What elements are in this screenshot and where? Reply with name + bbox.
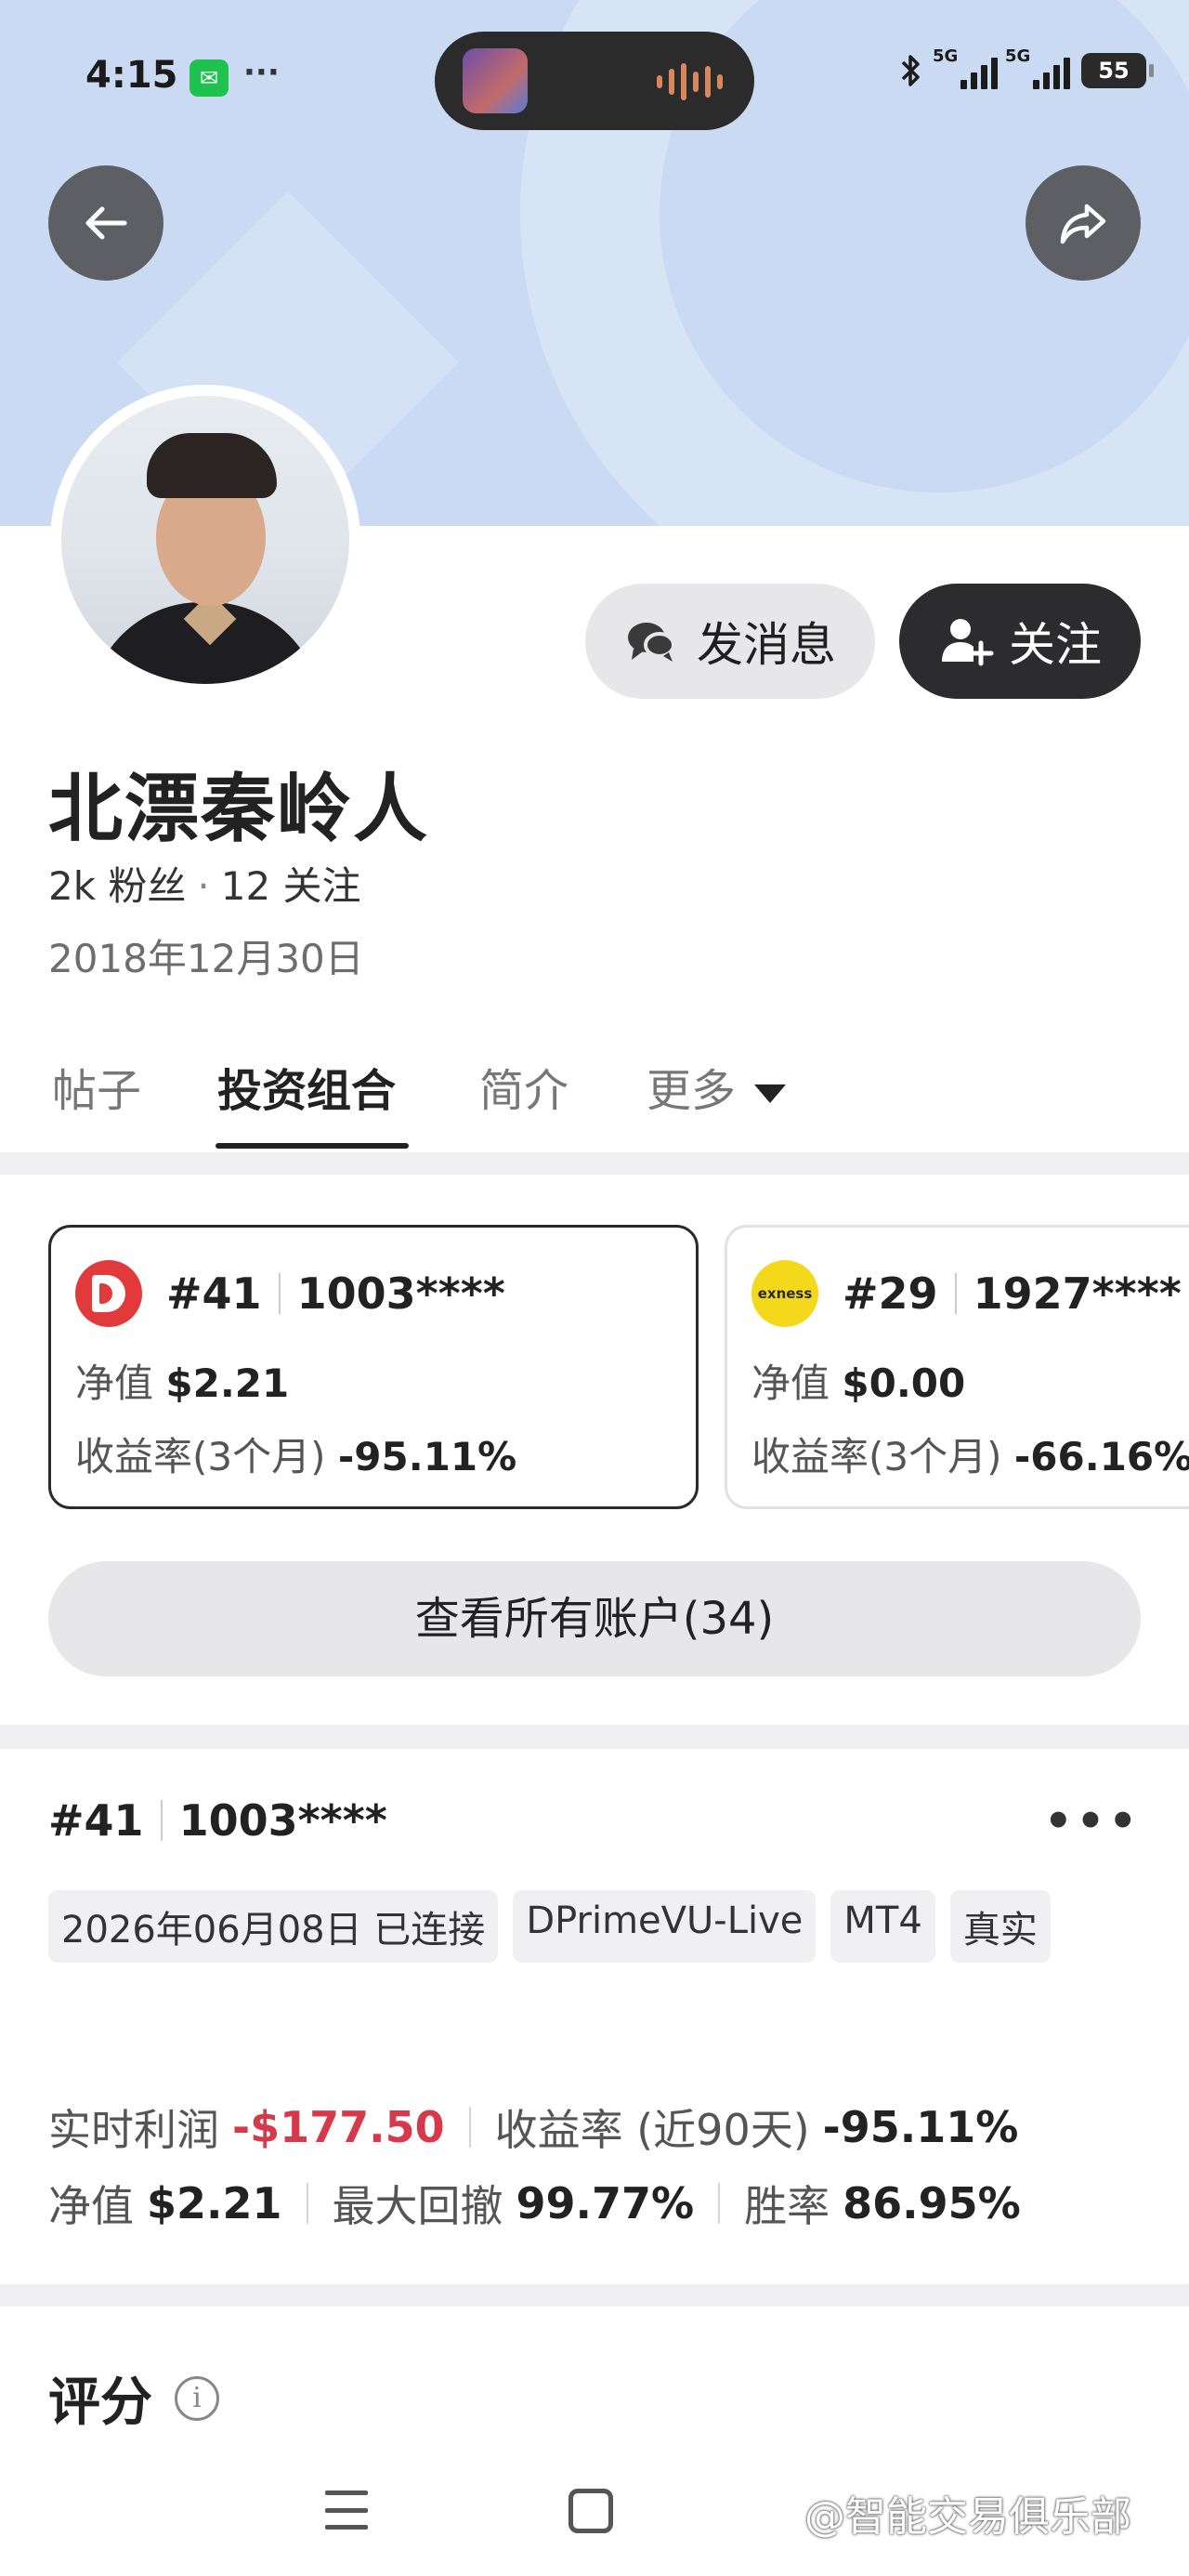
join-date: 2018年12月30日 bbox=[48, 936, 364, 981]
send-message-button[interactable]: 发消息 bbox=[585, 584, 875, 699]
avatar[interactable] bbox=[50, 385, 360, 695]
win-rate-value: 86.95% bbox=[843, 2178, 1021, 2228]
add-user-icon bbox=[942, 619, 994, 666]
battery-icon: 55 bbox=[1081, 53, 1154, 88]
section-divider bbox=[0, 1725, 1189, 1749]
profile-tabs: 帖子 投资组合 简介 更多 bbox=[0, 1041, 1189, 1152]
tag-server: DPrimeVU-Live bbox=[513, 1890, 817, 1963]
max-drawdown-label: 最大回撤 bbox=[332, 2181, 503, 2231]
equity-label: 净值 bbox=[48, 2181, 134, 2231]
account-metrics: 实时利润 -$177.50 收益率 (近90天) -95.11% 净值 $2.2… bbox=[48, 2089, 1163, 2241]
share-arrow-icon bbox=[1060, 204, 1106, 244]
account-return: 收益率(3个月) -95.11% bbox=[75, 1434, 517, 1479]
stats-separator: · bbox=[197, 863, 210, 909]
account-card[interactable]: exness #29 1927**** 净值 $0.00 收益率(3个月) -6… bbox=[725, 1225, 1189, 1509]
status-time: 4:15 bbox=[85, 54, 178, 97]
caret-down-icon bbox=[754, 1084, 787, 1103]
broker-logo-icon: exness bbox=[751, 1260, 818, 1327]
tab-more[interactable]: 更多 bbox=[647, 1054, 787, 1119]
following-count[interactable]: 12 关注 bbox=[221, 863, 361, 909]
watermark: @智能交易俱乐部 bbox=[804, 2493, 1131, 2541]
audio-wave-icon bbox=[657, 63, 723, 100]
section-divider bbox=[0, 2284, 1189, 2307]
arrow-left-icon bbox=[85, 206, 127, 240]
user-name: 北漂秦岭人 bbox=[48, 766, 429, 852]
accounts-section: #41 1003**** 净值 $2.21 收益率(3个月) -95.11% e… bbox=[0, 1175, 1189, 1725]
menu-icon[interactable] bbox=[325, 2491, 368, 2530]
tab-portfolio[interactable]: 投资组合 bbox=[217, 1054, 396, 1119]
back-button[interactable] bbox=[48, 165, 163, 281]
account-number: 1003**** bbox=[296, 1268, 505, 1319]
account-return: 收益率(3个月) -66.16% bbox=[751, 1434, 1189, 1479]
equity-value: $2.21 bbox=[147, 2178, 282, 2228]
chat-bubbles-icon bbox=[628, 623, 675, 662]
max-drawdown-value: 99.77% bbox=[516, 2178, 695, 2228]
share-button[interactable] bbox=[1026, 165, 1141, 281]
avatar-photo bbox=[61, 396, 349, 684]
follow-button[interactable]: 关注 bbox=[899, 584, 1141, 699]
account-card[interactable]: #41 1003**** 净值 $2.21 收益率(3个月) -95.11% bbox=[48, 1225, 699, 1509]
rating-section: 评分 i bbox=[48, 2360, 219, 2436]
more-options-icon[interactable]: ••• bbox=[1044, 1795, 1141, 1847]
detail-account-number: 1003**** bbox=[178, 1795, 387, 1846]
home-square-icon[interactable] bbox=[568, 2489, 613, 2533]
user-stats: 2k 粉丝 · 12 关注 bbox=[48, 855, 361, 912]
account-detail-card: #41 1003**** ••• 2026年06月08日 已连接 DPrimeV… bbox=[0, 1749, 1189, 2284]
return-value: -95.11% bbox=[822, 2102, 1019, 2152]
account-equity: 净值 $2.21 bbox=[75, 1360, 290, 1406]
follow-label: 关注 bbox=[1009, 618, 1102, 672]
tag-account-type: 真实 bbox=[949, 1890, 1051, 1963]
broker-logo-icon bbox=[75, 1260, 142, 1327]
account-rank: #41 bbox=[166, 1268, 262, 1319]
info-icon[interactable]: i bbox=[175, 2375, 219, 2421]
tab-about[interactable]: 简介 bbox=[479, 1054, 568, 1119]
wechat-notification-icon: ✉ bbox=[189, 59, 229, 97]
cellular-signal-icon: 5G bbox=[933, 46, 998, 89]
realtime-profit-label: 实时利润 bbox=[48, 2105, 219, 2155]
tab-posts[interactable]: 帖子 bbox=[52, 1054, 141, 1119]
status-indicators: 5G 5G 55 bbox=[897, 46, 1154, 89]
account-tags: 2026年06月08日 已连接 DPrimeVU-Live MT4 真实 bbox=[48, 1890, 1144, 1963]
bluetooth-icon bbox=[901, 55, 920, 86]
account-rank: #29 bbox=[843, 1268, 938, 1319]
view-all-accounts-button[interactable]: 查看所有账户(34) bbox=[48, 1561, 1141, 1676]
status-bar: 4:15 ✉ ··· 5G 5G 55 bbox=[0, 0, 1189, 158]
followers-count[interactable]: 2k 粉丝 bbox=[48, 863, 186, 909]
cellular-signal-icon-2: 5G bbox=[1005, 46, 1070, 89]
win-rate-label: 胜率 bbox=[744, 2181, 830, 2231]
send-message-label: 发消息 bbox=[697, 618, 836, 672]
account-equity: 净值 $0.00 bbox=[751, 1360, 966, 1406]
detail-header: #41 1003**** bbox=[48, 1795, 387, 1846]
active-tab-indicator bbox=[216, 1143, 409, 1149]
tag-platform: MT4 bbox=[830, 1890, 935, 1963]
account-number: 1927**** bbox=[973, 1268, 1182, 1319]
tab-more-label: 更多 bbox=[647, 1065, 737, 1117]
realtime-profit-value: -$177.50 bbox=[232, 2102, 445, 2152]
detail-rank: #41 bbox=[48, 1795, 144, 1846]
status-more-indicator: ··· bbox=[243, 54, 280, 91]
section-divider bbox=[0, 1152, 1189, 1175]
rating-title: 评分 bbox=[48, 2372, 152, 2433]
dynamic-island[interactable] bbox=[435, 32, 754, 130]
media-thumbnail bbox=[463, 48, 528, 113]
tag-connected-date: 2026年06月08日 已连接 bbox=[48, 1890, 499, 1963]
return-label: 收益率 (近90天) bbox=[494, 2105, 810, 2155]
